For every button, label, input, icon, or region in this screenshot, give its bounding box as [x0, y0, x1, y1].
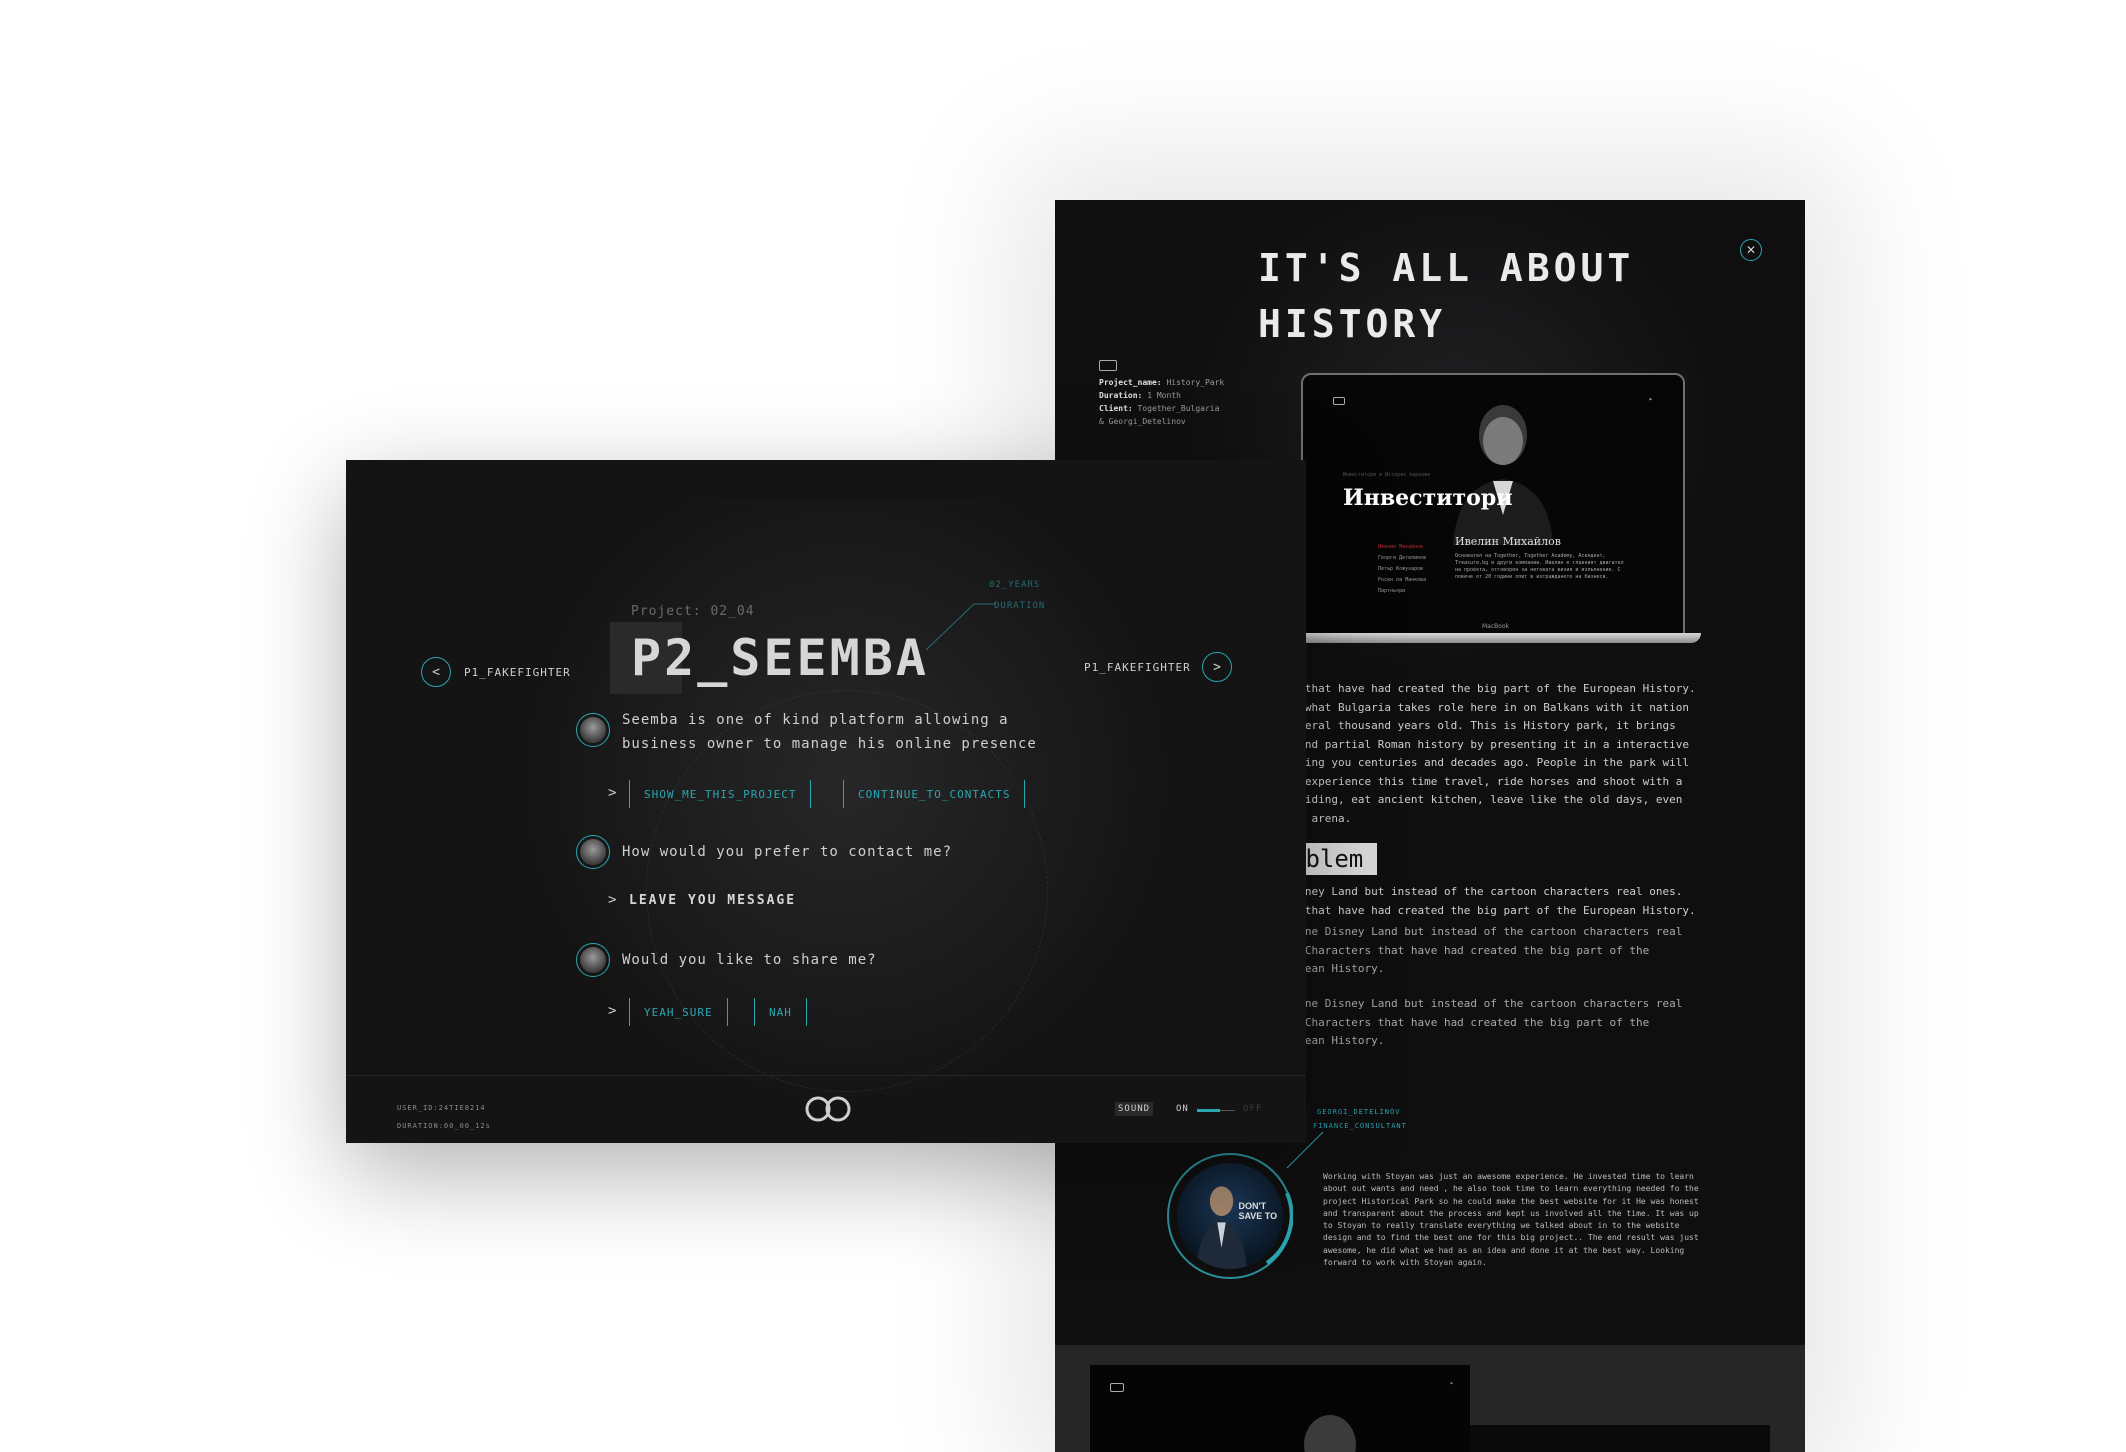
project-title: P2_SEEMBA — [631, 629, 929, 687]
prev-project-button[interactable]: < — [421, 657, 451, 687]
years-tag: 02_YEARS — [989, 580, 1041, 590]
laptop-menu-item: Георги Детелинов — [1378, 555, 1427, 561]
investor-photo — [1453, 405, 1553, 545]
play-icon: ▸ — [1648, 395, 1653, 403]
continue-contacts-button[interactable]: CONTINUE_TO_CONTACTS — [843, 780, 1026, 808]
share-yes-button[interactable]: YEAH_SURE — [629, 998, 728, 1026]
seemba-project-panel: Project: 02_04 P2_SEEMBA 02_YEARS DURATI… — [346, 460, 1306, 1143]
project-name-label: Project_name: — [1099, 378, 1162, 387]
laptop-menu-item: Партньори — [1378, 588, 1406, 594]
duration-label: Duration: — [1099, 391, 1143, 400]
laptop-menu: Ивелин Михайлов Георги Детелинов Петър К… — [1378, 542, 1426, 597]
chevron-right-icon: > — [608, 785, 617, 801]
sound-slider-fill — [1197, 1109, 1220, 1112]
next-screenshot: ▸ — [1090, 1365, 1470, 1452]
laptop-kicker: Инвеститори в Историк паркове — [1343, 472, 1431, 478]
duration-tag: DURATION — [994, 601, 1046, 611]
laptop-menu-item: Петър Кожухаров — [1378, 566, 1424, 572]
sound-on-label[interactable]: ON — [1176, 1104, 1189, 1114]
laptop-brand: MacBook — [1482, 623, 1510, 630]
footer-divider — [346, 1075, 1306, 1076]
avatar — [576, 943, 610, 977]
share-no-button[interactable]: NAH — [754, 998, 807, 1026]
laptop-bio: Основател на Together, Together Academy,… — [1455, 553, 1624, 580]
laptop-screenshot: ▸ Инвеститори в Историк паркове Инвестит… — [1301, 373, 1685, 637]
laptop-menu-item: Росен ла Манкова — [1378, 577, 1427, 583]
close-icon[interactable]: ✕ — [1740, 239, 1762, 261]
chat-message: How would you prefer to contact me? — [622, 844, 953, 860]
chevron-right-icon: > — [1213, 659, 1221, 675]
testimonial-name-tag: GEORGI_DETELINOV — [1317, 1108, 1401, 1116]
testimonial-quote: Working with Stoyan was just an awesome … — [1323, 1172, 1699, 1268]
user-id: USER_ID:24TIE8214 — [397, 1104, 486, 1112]
tag-connector — [926, 603, 996, 651]
project-meta: Project_name: History_Park Duration: 1 M… — [1099, 360, 1224, 428]
laptop-person-name: Ивелин Михайлов — [1455, 535, 1561, 548]
duration-value: 1 Month — [1147, 391, 1181, 400]
next-project-label[interactable]: P1_FAKEFIGHTER — [1084, 661, 1191, 674]
keyboard-icon — [1110, 1383, 1124, 1392]
sound-off-label[interactable]: OFF — [1243, 1104, 1262, 1114]
next-screenshot-photo — [1304, 1415, 1356, 1452]
sound-slider-track — [1219, 1110, 1235, 1111]
project-number: Project: 02_04 — [631, 604, 755, 619]
play-icon: ▸ — [1449, 1379, 1454, 1387]
leave-message-button[interactable]: LEAVE YOU MESSAGE — [629, 893, 796, 908]
keyboard-icon — [1333, 397, 1345, 405]
page-title: IT'S ALL ABOUT HISTORY — [1258, 246, 1635, 346]
avatar — [576, 835, 610, 869]
session-duration: DURATION:00_00_12s — [397, 1122, 491, 1130]
sound-label: SOUND — [1115, 1102, 1154, 1116]
chat-message: Would you like to share me? — [622, 952, 877, 968]
problem-paragraph: agine Disney Land but instead of the car… — [1285, 925, 1683, 975]
history-paragraph: rs that have had created the big part of… — [1285, 682, 1696, 825]
chevron-right-icon: > — [608, 1003, 617, 1019]
avatar — [576, 713, 610, 747]
laptop-base — [1291, 633, 1701, 643]
testimonial-ring — [1265, 1192, 1293, 1265]
problem-paragraph: agine Disney Land but instead of the car… — [1285, 997, 1683, 1047]
laptop-menu-item: Ивелин Михайлов — [1378, 544, 1424, 550]
next-screenshot-secondary — [1470, 1425, 1770, 1452]
prev-project-label[interactable]: P1_FAKEFIGHTER — [464, 666, 571, 679]
laptop-heading: Инвеститори — [1343, 485, 1513, 511]
session-info: USER_ID:24TIE8214 DURATION:00_00_12s — [397, 1099, 491, 1135]
project-name-value: History_Park — [1166, 378, 1225, 387]
infinity-logo-icon[interactable] — [801, 1094, 855, 1124]
problem-paragraph: Disney Land but instead of the cartoon c… — [1285, 885, 1696, 917]
next-project-button[interactable]: > — [1202, 652, 1232, 682]
chat-message: Seemba is one of kind platform allowing … — [622, 712, 1037, 752]
sound-slider[interactable] — [1197, 1109, 1235, 1112]
testimonial-role-tag: FINANCE_CONSULTANT — [1313, 1122, 1407, 1130]
chevron-right-icon: > — [608, 892, 617, 908]
keyboard-icon — [1099, 360, 1117, 371]
chevron-left-icon: < — [432, 664, 440, 680]
show-project-button[interactable]: SHOW_ME_THIS_PROJECT — [629, 780, 812, 808]
client-label: Client: — [1099, 404, 1133, 413]
